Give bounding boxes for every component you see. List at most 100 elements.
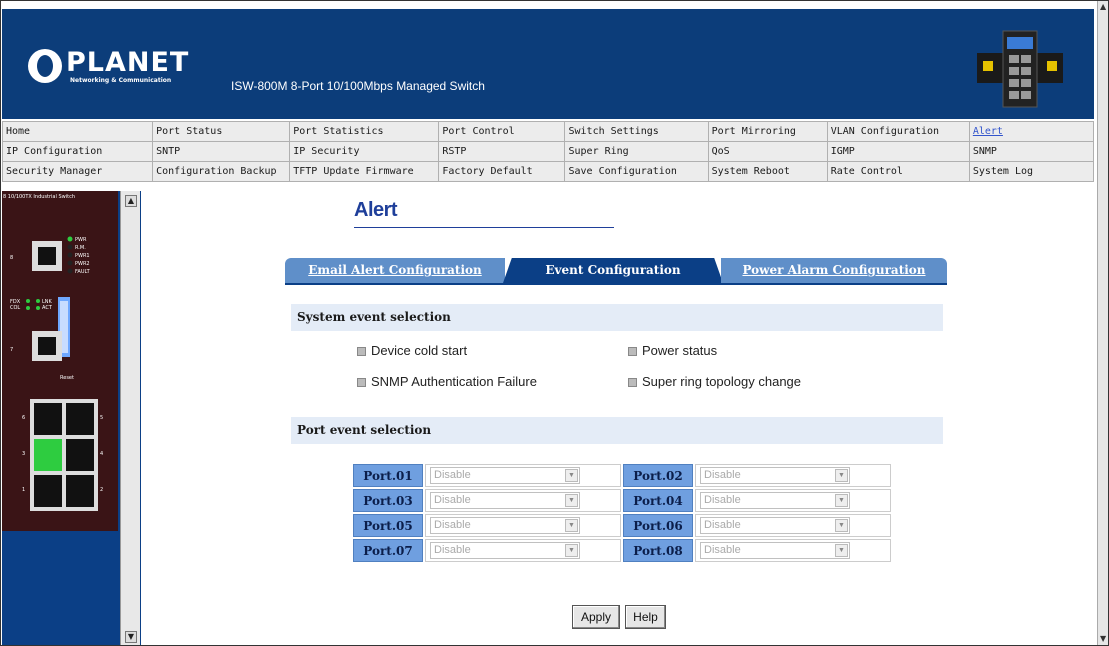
port-label: Port.05 (353, 514, 423, 537)
chevron-down-icon[interactable]: ▼ (835, 519, 848, 532)
menu-item-port-control[interactable]: Port Control (439, 122, 565, 141)
select-value: Disable (434, 519, 471, 531)
port-select-cell: Disable ▼ (695, 514, 891, 537)
port-number-2: 2 (100, 487, 103, 493)
checkbox-device-cold-start[interactable]: Device cold start (357, 343, 467, 358)
menu-item-rate-control[interactable]: Rate Control (827, 162, 969, 181)
port-01-select[interactable]: Disable ▼ (430, 467, 580, 484)
scroll-up-icon[interactable]: ▲ (1100, 3, 1108, 11)
menu-item-save-configuration[interactable]: Save Configuration (565, 162, 708, 181)
logo-name: PLANET (66, 47, 190, 78)
planet-logo-mark (28, 49, 62, 83)
port-07-select[interactable]: Disable ▼ (430, 542, 580, 559)
help-button[interactable]: Help (625, 605, 666, 629)
port-label: Port.06 (623, 514, 693, 537)
menu-item-qos[interactable]: QoS (708, 142, 827, 161)
checkbox-power-status[interactable]: Power status (628, 343, 717, 358)
port-03-select[interactable]: Disable ▼ (430, 492, 580, 509)
menu-item-configuration-backup[interactable]: Configuration Backup (153, 162, 290, 181)
port-label: Port.02 (623, 464, 693, 487)
port-number-5: 5 (100, 415, 103, 421)
menu-item-rstp[interactable]: RSTP (439, 142, 565, 161)
menu-item-tftp-update-firmware[interactable]: TFTP Update Firmware (290, 162, 439, 181)
checkbox-snmp-authentication-failure[interactable]: SNMP Authentication Failure (357, 374, 537, 389)
port-select-cell: Disable ▼ (425, 514, 621, 537)
menu-row: Home Port Status Port Statistics Port Contr… (3, 122, 1093, 141)
menu-item-igmp[interactable]: IGMP (827, 142, 969, 161)
led-label-rm: R.M. (75, 245, 86, 251)
menu-row: Security Manager Configuration Backup TFTP… (3, 162, 1093, 181)
tab-event-configuration[interactable]: Event Configuration (503, 258, 723, 283)
port-05-select[interactable]: Disable ▼ (430, 517, 580, 534)
menu-item-sntp[interactable]: SNTP (153, 142, 290, 161)
port-select-cell: Disable ▼ (695, 464, 891, 487)
checkbox-super-ring-topology-change[interactable]: Super ring topology change (628, 374, 801, 389)
menu-item-snmp[interactable]: SNMP (969, 142, 1093, 161)
port-number-1: 1 (22, 487, 25, 493)
port-select-cell: Disable ▼ (425, 464, 621, 487)
select-value: Disable (704, 469, 741, 481)
menu-item-security-manager[interactable]: Security Manager (3, 162, 153, 181)
chevron-down-icon[interactable]: ▼ (565, 519, 578, 532)
menu-item-home[interactable]: Home (3, 122, 153, 141)
left-panel-scrollbar[interactable]: ▲ ▼ (120, 191, 140, 645)
port-label: Port.01 (353, 464, 423, 487)
port-select-cell: Disable ▼ (695, 539, 891, 562)
scroll-up-icon[interactable]: ▲ (125, 195, 137, 207)
scroll-down-icon[interactable]: ▼ (125, 631, 137, 643)
select-value: Disable (704, 544, 741, 556)
menu-item-ip-configuration[interactable]: IP Configuration (3, 142, 153, 161)
apply-button[interactable]: Apply (572, 605, 620, 629)
title-underline (354, 227, 614, 228)
menu-item-switch-settings[interactable]: Switch Settings (565, 122, 708, 141)
checkbox-icon[interactable] (357, 347, 366, 356)
led-label-pwr2: PWR2 (75, 261, 90, 267)
port-number-4: 4 (100, 451, 103, 457)
checkbox-label: Device cold start (371, 343, 468, 358)
port-06-select[interactable]: Disable ▼ (700, 517, 850, 534)
menu-item-port-mirroring[interactable]: Port Mirroring (708, 122, 827, 141)
product-title: ISW-800M 8-Port 10/100Mbps Managed Switc… (231, 79, 485, 93)
scroll-down-icon[interactable]: ▼ (1100, 635, 1108, 643)
menu-item-vlan-configuration[interactable]: VLAN Configuration (827, 122, 969, 141)
menu-item-port-status[interactable]: Port Status (153, 122, 290, 141)
chevron-down-icon[interactable]: ▼ (565, 544, 578, 557)
switch-device-image (977, 30, 1063, 108)
checkbox-label: Power status (642, 343, 718, 358)
chevron-down-icon[interactable]: ▼ (835, 469, 848, 482)
port-label: Port.07 (353, 539, 423, 562)
port-event-table: Port.01 Disable ▼ Port.02 Disable ▼ Port.0… (351, 462, 893, 564)
chevron-down-icon[interactable]: ▼ (835, 494, 848, 507)
port-08-select[interactable]: Disable ▼ (700, 542, 850, 559)
menu-item-super-ring[interactable]: Super Ring (565, 142, 708, 161)
menu-item-system-reboot[interactable]: System Reboot (708, 162, 827, 181)
chevron-down-icon[interactable]: ▼ (565, 494, 578, 507)
port-04-select[interactable]: Disable ▼ (700, 492, 850, 509)
system-event-heading: System event selection (291, 304, 943, 331)
port-select-cell: Disable ▼ (425, 539, 621, 562)
config-tabs: Email Alert Configuration Event Configur… (285, 258, 947, 283)
menu-item-factory-default[interactable]: Factory Default (439, 162, 565, 181)
port-number-3: 3 (22, 451, 25, 457)
tab-underline (285, 283, 947, 285)
page-scrollbar[interactable]: ▲ ▼ (1097, 1, 1108, 645)
menu-item-ip-security[interactable]: IP Security (290, 142, 439, 161)
header-banner: PLANET Networking & Communication ISW-80… (2, 9, 1094, 119)
chevron-down-icon[interactable]: ▼ (835, 544, 848, 557)
menu-item-alert[interactable]: Alert (969, 122, 1093, 141)
checkbox-icon[interactable] (357, 378, 366, 387)
led-label-pwr: PWR (75, 237, 87, 243)
tab-email-alert-configuration[interactable]: Email Alert Configuration (285, 258, 505, 283)
port-number-7: 7 (10, 347, 13, 353)
tab-power-alarm-configuration[interactable]: Power Alarm Configuration (721, 258, 947, 283)
led-label-pwr1: PWR1 (75, 253, 90, 259)
menu-item-port-statistics[interactable]: Port Statistics (290, 122, 439, 141)
menu-item-system-log[interactable]: System Log (969, 162, 1093, 181)
chevron-down-icon[interactable]: ▼ (565, 469, 578, 482)
checkbox-icon[interactable] (628, 378, 637, 387)
port-event-heading: Port event selection (291, 417, 943, 444)
checkbox-icon[interactable] (628, 347, 637, 356)
table-row: Port.03 Disable ▼ Port.04 Disable ▼ (353, 489, 891, 512)
table-row: Port.07 Disable ▼ Port.08 Disable ▼ (353, 539, 891, 562)
port-02-select[interactable]: Disable ▼ (700, 467, 850, 484)
